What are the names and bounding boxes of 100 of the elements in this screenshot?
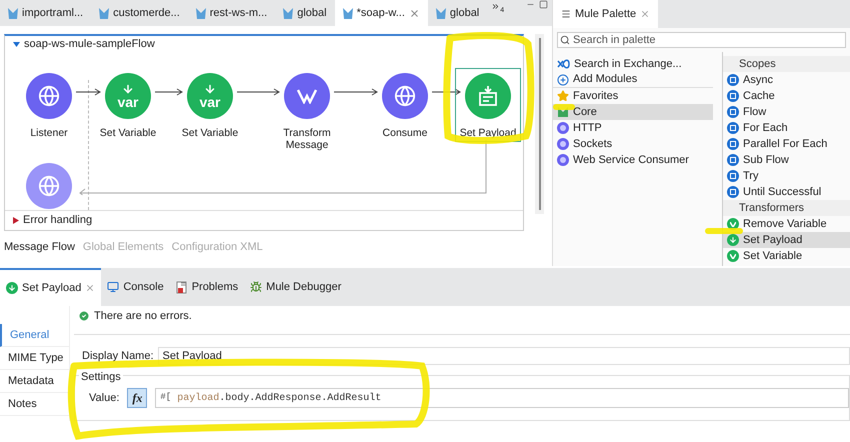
scope-icon: [727, 154, 739, 166]
palette-item[interactable]: Set Variable: [723, 248, 850, 264]
mule-icon: [342, 8, 353, 18]
scope-icon: [727, 106, 739, 118]
flow-node[interactable]: Set Payload: [454, 68, 522, 142]
properties-nav-item[interactable]: General: [0, 324, 69, 347]
search-icon: [560, 35, 570, 45]
palette-item[interactable]: Parallel For Each: [723, 136, 850, 152]
bug-icon: [250, 281, 262, 293]
problems-icon: [176, 280, 188, 294]
editor-tab[interactable]: global: [428, 0, 488, 26]
view-tab[interactable]: Set Payload: [0, 268, 102, 306]
editor-view-tab[interactable]: Message Flow: [4, 239, 75, 256]
flow-node[interactable]: var Set Variable: [176, 68, 244, 142]
expression-field[interactable]: #[ payload.body.AddResponse.AddResult: [155, 388, 849, 408]
group-title: Settings: [79, 369, 123, 386]
palette-module[interactable]: Search in Exchange...: [553, 56, 713, 72]
menu-icon[interactable]: [561, 9, 571, 19]
scrollbar[interactable]: [535, 34, 544, 214]
node-label: Set Payload: [460, 127, 516, 139]
connector-arrow: [76, 88, 101, 96]
globe-icon: [394, 85, 416, 107]
error-handling-label[interactable]: Error handling: [23, 212, 92, 229]
editor-tab[interactable]: customerde...: [91, 0, 188, 26]
connector-icon: [557, 138, 569, 150]
node-label: Listener: [30, 127, 68, 139]
field-label: Display Name:: [82, 348, 154, 364]
highlight-mark: [704, 225, 744, 237]
palette-group-header: Transformers: [723, 200, 850, 216]
palette-item[interactable]: Set Payload: [723, 232, 850, 248]
payload-icon: [727, 234, 739, 246]
connector-arrow: [334, 88, 378, 96]
palette-item[interactable]: Sub Flow: [723, 152, 850, 168]
editor-tab[interactable]: global: [275, 0, 335, 26]
transformer-icon: [727, 250, 739, 262]
editor-tab[interactable]: rest-ws-m...: [188, 0, 276, 26]
palette-module[interactable]: Sockets: [553, 136, 713, 152]
properties-nav-item[interactable]: MIME Type: [0, 347, 69, 370]
palette-tab[interactable]: Mule Palette: [553, 0, 658, 28]
transform-icon: [296, 88, 318, 104]
maximize-icon[interactable]: [539, 0, 548, 9]
flow-node[interactable]: var Set Variable: [94, 68, 162, 142]
expand-arrow-icon[interactable]: [13, 217, 19, 224]
node-label: Set Variable: [182, 127, 238, 139]
scope-icon: [727, 186, 739, 198]
node-label: Consume: [382, 127, 428, 139]
connector-icon: [557, 154, 569, 166]
payload-icon: [477, 85, 499, 107]
field-label: Value:: [89, 390, 120, 406]
palette-item[interactable]: Async: [723, 72, 850, 88]
palette-item[interactable]: Remove Variable: [723, 216, 850, 232]
connector-icon: [557, 122, 569, 134]
flow-node[interactable]: Transform Message: [278, 68, 336, 154]
mule-icon: [8, 8, 18, 18]
view-tab[interactable]: Console: [101, 268, 170, 306]
mule-icon: [99, 8, 110, 18]
palette-item[interactable]: For Each: [723, 120, 850, 136]
editor-tab[interactable]: *soap-w...: [334, 0, 428, 26]
editor-tab[interactable]: importraml...: [0, 0, 92, 26]
scope-icon: [727, 90, 739, 102]
close-icon[interactable]: [640, 9, 650, 19]
palette-group-header: Scopes: [723, 56, 850, 72]
mule-icon: [436, 8, 446, 18]
overflow-icon[interactable]: [491, 2, 500, 11]
palette-module[interactable]: Web Service Consumer: [553, 152, 713, 168]
properties-nav-item[interactable]: Notes: [0, 393, 69, 416]
close-icon[interactable]: [408, 8, 420, 18]
palette-module[interactable]: Core: [553, 104, 713, 120]
palette-item[interactable]: Try: [723, 168, 850, 184]
palette-item[interactable]: Cache: [723, 88, 850, 104]
star-icon: [557, 90, 569, 102]
exchange-icon: [557, 59, 570, 69]
close-icon[interactable]: [85, 283, 96, 293]
palette-item[interactable]: Flow: [723, 104, 850, 120]
source-node[interactable]: [26, 163, 72, 209]
scope-icon: [727, 122, 739, 134]
mule-icon: [196, 8, 206, 18]
expand-arrow-icon[interactable]: [13, 40, 20, 48]
success-icon: [78, 310, 90, 322]
flow-title: soap-ws-mule-sampleFlow: [24, 36, 155, 52]
palette-module[interactable]: Add Modules: [553, 72, 713, 88]
status-message: There are no errors.: [94, 308, 192, 324]
node-label: Transform Message: [283, 127, 331, 151]
view-tab[interactable]: Mule Debugger: [244, 268, 348, 306]
search-field[interactable]: Search in palette: [557, 32, 846, 48]
display-name-field[interactable]: Set Payload: [158, 347, 850, 365]
mule-icon: [283, 8, 294, 18]
connector-arrow: [432, 88, 461, 96]
connector-arrow: [155, 88, 183, 96]
fx-button[interactable]: fx: [127, 388, 148, 408]
console-icon: [107, 281, 120, 293]
palette-module[interactable]: HTTP: [553, 120, 713, 136]
palette-module[interactable]: Favorites: [553, 88, 713, 104]
globe-icon: [38, 175, 60, 197]
properties-nav-item[interactable]: Metadata: [0, 370, 69, 393]
view-tab[interactable]: Problems: [170, 268, 244, 306]
connector-arrow: [237, 88, 280, 96]
scope-icon: [727, 74, 739, 86]
palette-item[interactable]: Until Successful: [723, 184, 850, 200]
node-label: Set Variable: [100, 127, 156, 139]
